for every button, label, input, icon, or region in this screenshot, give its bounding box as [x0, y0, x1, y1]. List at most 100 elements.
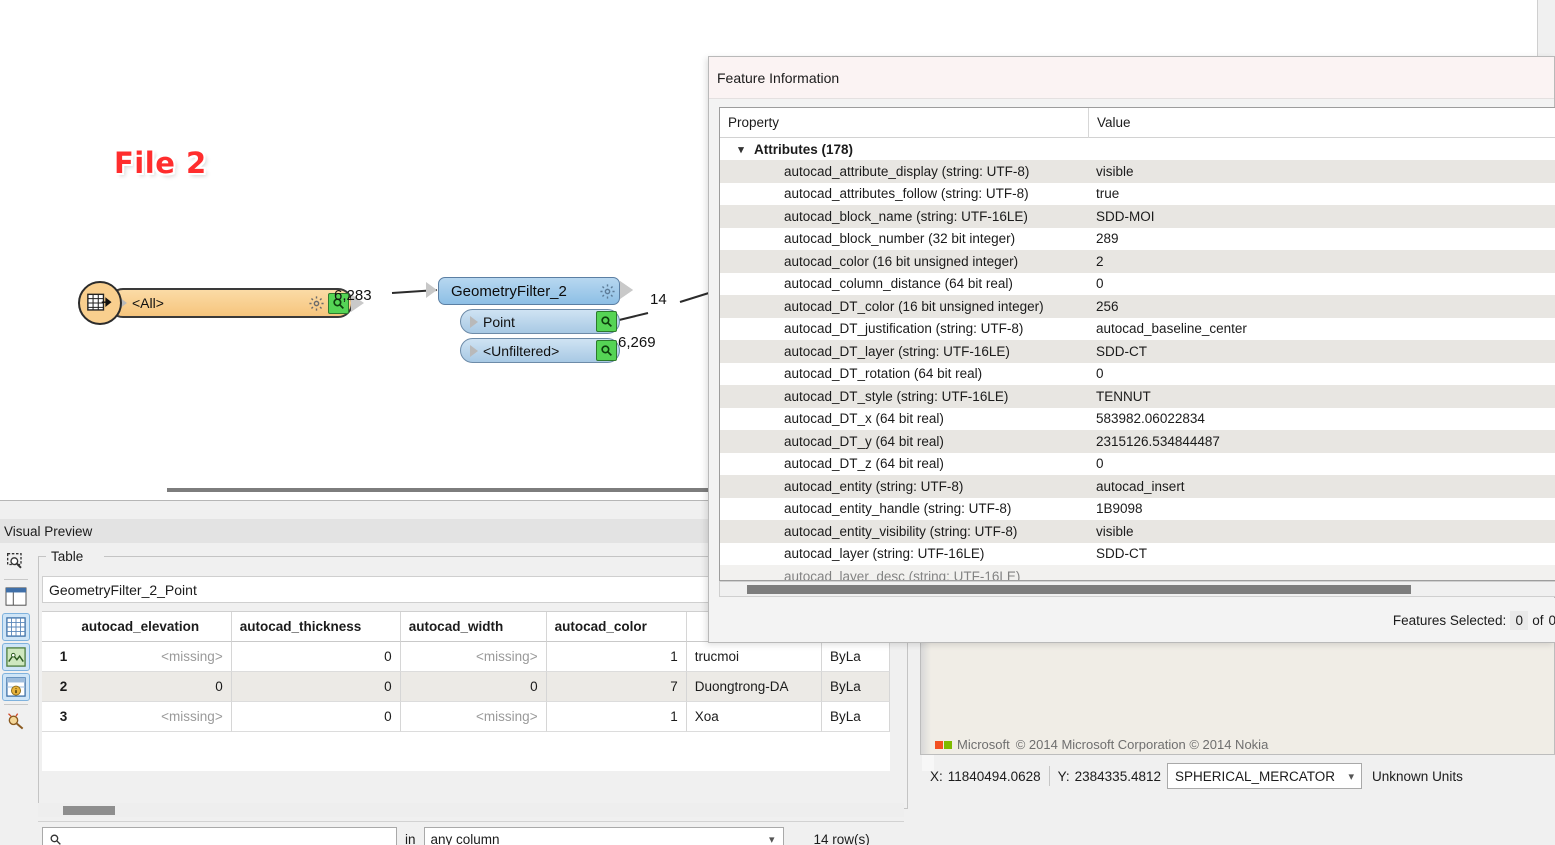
filter-port-label: Point — [483, 313, 515, 330]
identify-tool-icon[interactable] — [2, 708, 30, 736]
magnifier-icon[interactable] — [596, 311, 617, 332]
filter-node-header[interactable]: GeometryFilter_2 — [438, 277, 620, 305]
table-view-icon[interactable] — [2, 613, 30, 641]
magnifier-icon[interactable] — [596, 340, 617, 361]
property-row[interactable]: autocad_DT_justification (string: UTF-8)… — [720, 318, 1555, 341]
cell-extra-1[interactable]: Xoa — [686, 702, 823, 732]
features-selected-label: Features Selected: — [1392, 612, 1507, 628]
cell-extra-2[interactable]: ByLa — [822, 642, 890, 672]
property-value: 0 — [1096, 456, 1104, 472]
property-value: SDD-MOI — [1096, 208, 1155, 224]
x-coordinate-label: X: — [930, 768, 943, 784]
filter-input-arrow[interactable] — [426, 282, 437, 298]
port-expand-icon[interactable] — [470, 315, 478, 328]
gear-icon[interactable] — [307, 294, 325, 312]
gear-icon[interactable] — [598, 282, 616, 300]
property-row[interactable]: autocad_DT_layer (string: UTF-16LE) SDD-… — [720, 340, 1555, 363]
column-header-property[interactable]: Property — [720, 115, 1088, 130]
property-row[interactable]: autocad_DT_x (64 bit real) 583982.060228… — [720, 408, 1555, 431]
table-row[interactable]: 3 <missing> 0 <missing> 1 Xoa ByLa — [42, 702, 890, 732]
cell-autocad-thickness[interactable]: 0 — [231, 642, 401, 672]
property-row[interactable]: autocad_DT_z (64 bit real) 0 — [720, 453, 1555, 476]
cell-autocad-elevation[interactable]: 0 — [73, 672, 232, 702]
property-row[interactable]: autocad_color (16 bit unsigned integer) … — [720, 250, 1555, 273]
cell-autocad-thickness[interactable]: 0 — [231, 672, 401, 702]
property-row[interactable]: autocad_block_number (32 bit integer) 28… — [720, 228, 1555, 251]
feature-information-titlebar[interactable]: Feature Information — [709, 57, 1554, 99]
search-text-field[interactable] — [66, 831, 376, 845]
property-row[interactable]: autocad_attribute_display (string: UTF-8… — [720, 160, 1555, 183]
table-row[interactable]: 1 <missing> 0 <missing> 1 trucmoi ByLa — [42, 642, 890, 672]
chevron-down-icon[interactable]: ▾ — [769, 833, 775, 845]
cell-autocad-color[interactable]: 1 — [546, 702, 687, 732]
cell-autocad-elevation[interactable]: <missing> — [73, 642, 232, 672]
property-name: autocad_DT_z (64 bit real) — [784, 456, 944, 472]
property-name: autocad_DT_color (16 bit unsigned intege… — [784, 298, 1044, 314]
inspect-select-icon[interactable] — [2, 548, 30, 576]
filter-port-point[interactable]: Point — [460, 281, 633, 334]
property-value: autocad_insert — [1096, 478, 1185, 494]
chevron-down-icon[interactable]: ▾ — [1349, 770, 1355, 783]
search-input[interactable] — [42, 826, 397, 845]
row-index: 3 — [42, 702, 74, 732]
attributes-group-row[interactable]: ▾ Attributes (178) — [720, 138, 1555, 160]
property-value: 0 — [1096, 276, 1104, 292]
property-row[interactable]: autocad_DT_rotation (64 bit real) 0 — [720, 363, 1555, 386]
connection-count-2: 14 — [650, 291, 667, 308]
layout-view-icon[interactable] — [2, 583, 30, 611]
chevron-down-icon[interactable]: ▾ — [734, 142, 748, 156]
property-name: autocad_DT_justification (string: UTF-8) — [784, 321, 1024, 337]
node-geometry-filter[interactable]: GeometryFilter_2 Point <Unfiltered> — [426, 277, 633, 363]
property-row[interactable]: autocad_block_name (string: UTF-16LE) SD… — [720, 205, 1555, 228]
column-header-autocad-elevation[interactable]: autocad_elevation — [73, 612, 232, 642]
table-horizontal-scrollbar-thumb[interactable] — [63, 806, 115, 815]
property-row[interactable]: autocad_DT_color (16 bit unsigned intege… — [720, 295, 1555, 318]
feature-information-panel[interactable]: Feature Information Property Value ▾ Att… — [708, 56, 1555, 643]
row-index: 1 — [42, 642, 74, 672]
cell-autocad-elevation[interactable]: <missing> — [73, 702, 232, 732]
column-header-autocad-color[interactable]: autocad_color — [546, 612, 687, 642]
cell-autocad-thickness[interactable]: 0 — [231, 702, 401, 732]
cell-extra-2[interactable]: ByLa — [822, 672, 890, 702]
cell-autocad-color[interactable]: 7 — [546, 672, 687, 702]
property-row[interactable]: autocad_entity (string: UTF-8) autocad_i… — [720, 475, 1555, 498]
feature-info-icon[interactable] — [2, 673, 30, 701]
property-value: SDD-CT — [1096, 546, 1147, 562]
property-row[interactable]: autocad_layer (string: UTF-16LE) SDD-CT — [720, 543, 1555, 566]
cell-autocad-width[interactable]: 0 — [400, 672, 547, 702]
property-row[interactable]: autocad_DT_y (64 bit real) 2315126.53484… — [720, 430, 1555, 453]
property-row[interactable]: autocad_entity_handle (string: UTF-8) 1B… — [720, 498, 1555, 521]
property-row[interactable]: autocad_column_distance (64 bit real) 0 — [720, 273, 1555, 296]
column-header-autocad-width[interactable]: autocad_width — [400, 612, 547, 642]
map-brand: Microsoft — [957, 737, 1010, 752]
port-expand-icon[interactable] — [470, 344, 478, 357]
column-header-autocad-thickness[interactable]: autocad_thickness — [231, 612, 401, 642]
cell-extra-1[interactable]: Duongtrong-DA — [686, 672, 823, 702]
feature-table-scrollbar-thumb[interactable] — [747, 585, 1411, 594]
graphics-view-icon[interactable] — [2, 643, 30, 671]
cell-extra-1[interactable]: trucmoi — [686, 642, 823, 672]
port-output-arrow[interactable] — [619, 281, 633, 299]
column-header-value[interactable]: Value — [1089, 115, 1131, 130]
property-row[interactable]: autocad_attributes_follow (string: UTF-8… — [720, 183, 1555, 206]
feature-table-horizontal-scrollbar[interactable] — [719, 581, 1555, 597]
feature-information-table[interactable]: Property Value ▾ Attributes (178) autoca… — [719, 107, 1555, 581]
cell-autocad-width[interactable]: <missing> — [400, 702, 547, 732]
property-row[interactable]: autocad_layer_desc (string: UTF-16LE) — [720, 565, 1555, 580]
property-value: SDD-CT — [1096, 343, 1147, 359]
cell-autocad-width[interactable]: <missing> — [400, 642, 547, 672]
filter-port-unfiltered[interactable]: <Unfiltered> — [460, 281, 633, 363]
canvas-vertical-scrollbar-thumb[interactable] — [1540, 2, 1553, 42]
projection-select[interactable]: SPHERICAL_MERCATOR ▾ — [1166, 763, 1363, 789]
search-column-select[interactable]: any column ▾ — [423, 826, 784, 845]
property-row[interactable]: autocad_DT_style (string: UTF-16LE) TENN… — [720, 385, 1555, 408]
table-input-icon[interactable] — [78, 281, 122, 325]
map-preview[interactable]: Microsoft © 2014 Microsoft Corporation ©… — [920, 640, 1555, 755]
reader-node-body[interactable]: <All> — [108, 288, 353, 318]
property-row[interactable]: autocad_entity_visibility (string: UTF-8… — [720, 520, 1555, 543]
cell-autocad-color[interactable]: 1 — [546, 642, 687, 672]
cell-extra-2[interactable]: ByLa — [822, 702, 890, 732]
feature-information-title: Feature Information — [717, 69, 840, 86]
table-horizontal-scrollbar[interactable] — [38, 803, 904, 817]
table-row[interactable]: 2 0 0 0 7 Duongtrong-DA ByLa — [42, 672, 890, 702]
